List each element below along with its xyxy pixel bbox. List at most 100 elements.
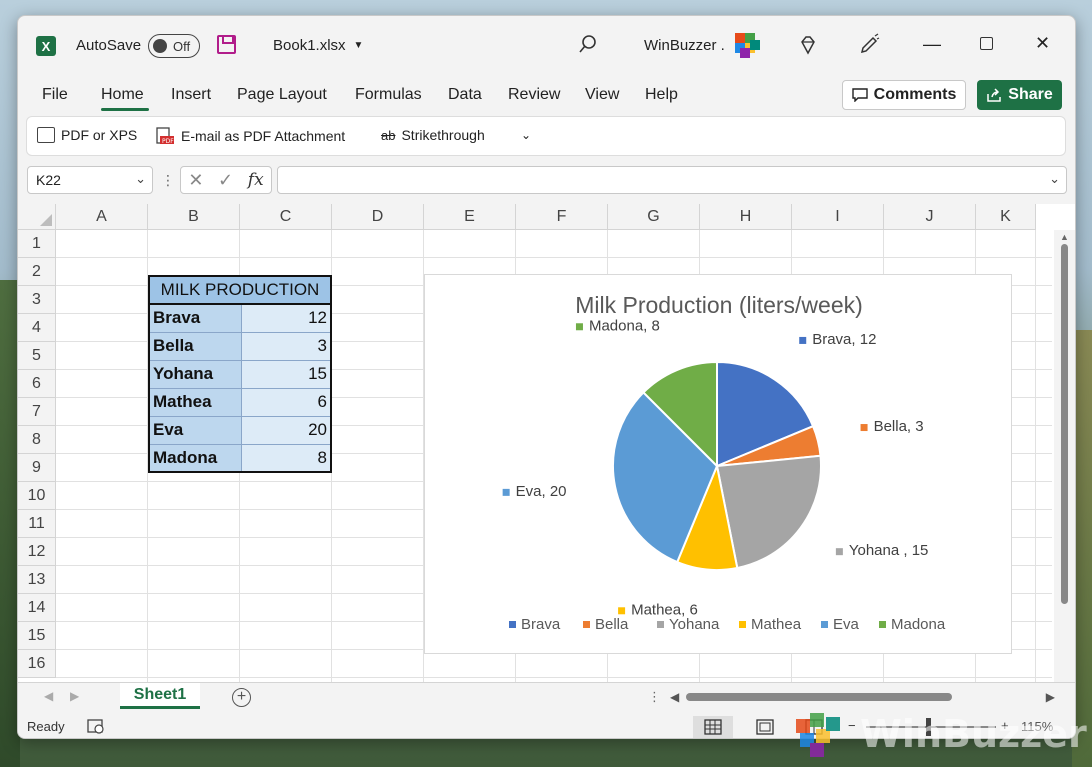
column-header-e[interactable]: E (424, 204, 516, 230)
vertical-scrollbar[interactable]: ▲ ▼ (1054, 230, 1075, 694)
column-header-d[interactable]: D (332, 204, 424, 230)
zoom-out-button[interactable]: − (848, 718, 856, 733)
column-header-b[interactable]: B (148, 204, 240, 230)
column-header-c[interactable]: C (240, 204, 332, 230)
user-name[interactable]: WinBuzzer . (644, 37, 725, 54)
row-header-2[interactable]: 2 (18, 258, 56, 286)
share-button[interactable]: Share (977, 80, 1062, 110)
table-cell-name[interactable]: Brava (148, 303, 242, 333)
page-layout-view-button[interactable] (745, 716, 785, 738)
row-header-6[interactable]: 6 (18, 370, 56, 398)
accessibility-icon[interactable] (86, 717, 106, 738)
row-header-12[interactable]: 12 (18, 538, 56, 566)
table-cell-value[interactable]: 15 (240, 359, 332, 389)
confirm-entry-icon[interactable]: ✓ (218, 170, 233, 191)
zoom-slider[interactable] (866, 726, 996, 728)
table-cell-value[interactable]: 3 (240, 331, 332, 361)
horizontal-scrollbar[interactable]: ◀ ▶ (670, 688, 1055, 706)
tab-page-layout[interactable]: Page Layout (237, 86, 327, 104)
close-icon[interactable]: ✕ (1035, 33, 1059, 54)
scroll-up-icon[interactable]: ▲ (1060, 232, 1069, 242)
row-header-8[interactable]: 8 (18, 426, 56, 454)
table-cell-name[interactable]: Madona (148, 443, 242, 473)
row-header-9[interactable]: 9 (18, 454, 56, 482)
autosave-toggle[interactable]: Off (148, 34, 200, 58)
column-header-h[interactable]: H (700, 204, 792, 230)
column-header-i[interactable]: I (792, 204, 884, 230)
table-cell-name[interactable]: Eva (148, 415, 242, 445)
horizontal-scroll-thumb[interactable] (686, 693, 952, 701)
row-header-10[interactable]: 10 (18, 482, 56, 510)
cancel-entry-icon[interactable]: ✕ (188, 170, 203, 191)
tab-help[interactable]: Help (645, 86, 678, 104)
table-header[interactable]: MILK PRODUCTION (148, 275, 332, 305)
insert-function-button[interactable]: fx (248, 170, 264, 190)
email-pdf-button[interactable]: PDF E-mail as PDF Attachment (155, 127, 345, 145)
table-cell-value[interactable]: 12 (240, 303, 332, 333)
legend-entry-bella[interactable]: Bella (595, 616, 629, 633)
tab-view[interactable]: View (585, 86, 619, 104)
row-header-5[interactable]: 5 (18, 342, 56, 370)
next-sheet-icon[interactable]: ▶ (70, 689, 79, 703)
chevron-down-icon[interactable]: ⌄ (135, 171, 146, 187)
zoom-level[interactable]: 115% (1021, 719, 1053, 734)
prev-sheet-icon[interactable]: ◀ (44, 689, 53, 703)
maximize-icon[interactable] (980, 37, 993, 50)
row-header-4[interactable]: 4 (18, 314, 56, 342)
legend-entry-madona[interactable]: Madona (891, 616, 946, 633)
formula-input[interactable]: ⌄ (277, 166, 1067, 194)
tab-home[interactable]: Home (101, 86, 144, 104)
add-sheet-icon[interactable]: + (232, 688, 251, 707)
row-header-15[interactable]: 15 (18, 622, 56, 650)
customize-toolbar-chevron-icon[interactable]: ⌄ (521, 128, 531, 142)
tab-split-grip-icon[interactable]: ⋮ (648, 689, 661, 705)
tab-file[interactable]: File (42, 86, 68, 104)
row-header-1[interactable]: 1 (18, 230, 56, 258)
scroll-right-icon[interactable]: ▶ (1046, 690, 1055, 704)
scroll-left-icon[interactable]: ◀ (670, 690, 679, 704)
column-header-j[interactable]: J (884, 204, 976, 230)
row-header-11[interactable]: 11 (18, 510, 56, 538)
table-cell-name[interactable]: Mathea (148, 387, 242, 417)
page-break-view-button[interactable] (794, 716, 834, 738)
row-header-13[interactable]: 13 (18, 566, 56, 594)
search-icon[interactable] (578, 34, 598, 54)
designer-pen-icon[interactable] (858, 33, 880, 55)
table-cell-name[interactable]: Bella (148, 331, 242, 361)
tab-formulas[interactable]: Formulas (355, 86, 422, 104)
pdf-xps-button[interactable]: PDF or XPS (37, 127, 137, 143)
column-header-a[interactable]: A (56, 204, 148, 230)
user-avatar-icon[interactable] (733, 31, 763, 61)
minimize-icon[interactable]: — (923, 34, 947, 55)
row-header-7[interactable]: 7 (18, 398, 56, 426)
comments-button[interactable]: Comments (842, 80, 966, 110)
diamond-icon[interactable] (798, 35, 818, 55)
table-cell-value[interactable]: 8 (240, 443, 332, 473)
tab-review[interactable]: Review (508, 86, 560, 104)
zoom-slider-knob[interactable] (926, 718, 931, 736)
worksheet-grid[interactable]: ABCDEFGHIJK 1 2 3 4 5 6 7 8 9 10 11 12 13 14 15 16 MILK… (18, 204, 1075, 694)
file-name-dropdown[interactable]: Book1.xlsx ▼ (273, 37, 363, 54)
tab-insert[interactable]: Insert (171, 86, 211, 104)
expand-formula-bar-icon[interactable]: ⌄ (1049, 171, 1060, 187)
row-header-14[interactable]: 14 (18, 594, 56, 622)
sheet-tab-sheet1[interactable]: Sheet1 (120, 683, 200, 709)
strikethrough-button[interactable]: ab Strikethrough (381, 127, 485, 143)
normal-view-button[interactable] (693, 716, 733, 738)
table-cell-value[interactable]: 6 (240, 387, 332, 417)
legend-entry-brava[interactable]: Brava (521, 616, 561, 633)
zoom-in-button[interactable]: + (1001, 718, 1009, 733)
pie-chart[interactable]: Milk Production (liters/week) Brava, 12 B… (424, 274, 1012, 654)
legend-entry-yohana[interactable]: Yohana (669, 616, 720, 633)
select-all-corner[interactable] (18, 204, 56, 230)
column-header-k[interactable]: K (976, 204, 1036, 230)
column-header-g[interactable]: G (608, 204, 700, 230)
legend-entry-eva[interactable]: Eva (833, 616, 860, 633)
column-header-f[interactable]: F (516, 204, 608, 230)
legend-entry-mathea[interactable]: Mathea (751, 616, 802, 633)
save-icon[interactable] (217, 35, 236, 54)
name-box[interactable]: K22 ⌄ (27, 166, 153, 194)
vertical-scroll-thumb[interactable] (1061, 244, 1068, 604)
row-header-16[interactable]: 16 (18, 650, 56, 678)
table-cell-name[interactable]: Yohana (148, 359, 242, 389)
